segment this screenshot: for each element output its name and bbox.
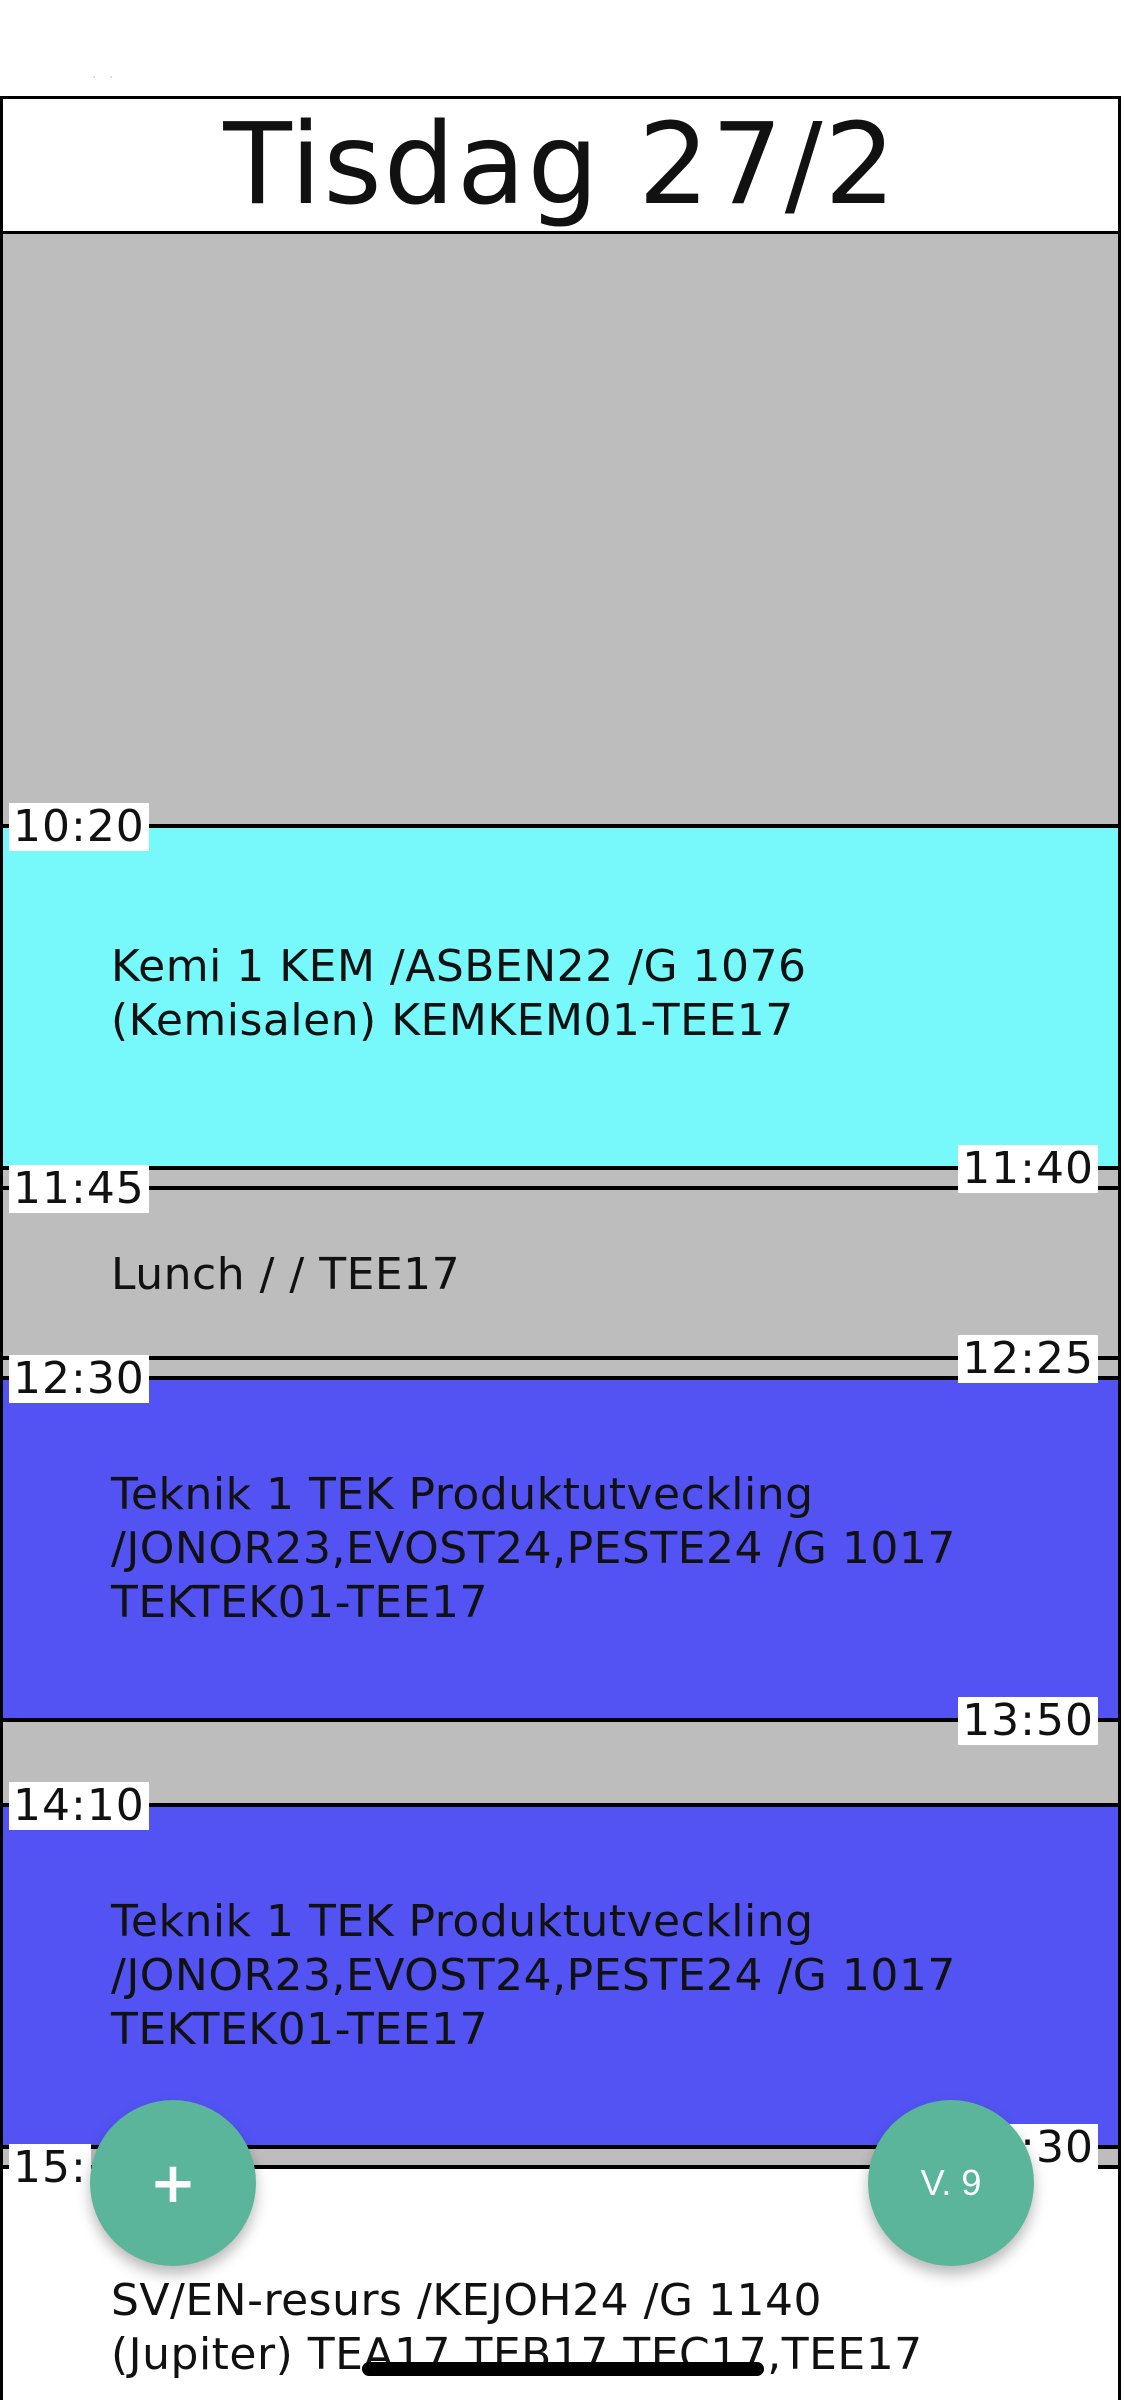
lesson-block-lunch[interactable]: Lunch / / TEE17 <box>3 1188 1118 1358</box>
end-time-label: 13:50 <box>958 1697 1098 1745</box>
end-time-label: 11:40 <box>958 1145 1098 1193</box>
start-time-label: 11:45 <box>9 1165 149 1213</box>
start-time-label: 15: <box>9 2144 91 2192</box>
end-time-label: 12:25 <box>958 1335 1098 1383</box>
start-time-label: 10:20 <box>9 803 149 851</box>
lesson-text: Kemi 1 KEM /ASBEN22 /G 1076 (Kemisalen) … <box>111 941 807 1046</box>
home-indicator[interactable] <box>362 2362 764 2376</box>
lesson-block-teknik-1[interactable]: Teknik 1 TEK Produktutveckling /JONOR23,… <box>3 1378 1118 1720</box>
free-time-block <box>3 1168 1118 1188</box>
app-screen: · · Tisdag 27/2 Kemi 1 KEM /ASBEN22 /G 1… <box>0 0 1125 2400</box>
day-schedule[interactable]: Tisdag 27/2 Kemi 1 KEM /ASBEN22 /G 1076 … <box>0 96 1121 2400</box>
add-event-button[interactable]: + <box>90 2100 256 2266</box>
lesson-text: Teknik 1 TEK Produktutveckling /JONOR23,… <box>111 1896 956 2055</box>
free-time-block <box>3 234 1118 826</box>
lesson-block-kemi[interactable]: Kemi 1 KEM /ASBEN22 /G 1076 (Kemisalen) … <box>3 826 1118 1168</box>
start-time-label: 14:10 <box>9 1782 149 1830</box>
day-title: Tisdag 27/2 <box>3 99 1118 234</box>
lesson-text: Lunch / / TEE17 <box>111 1249 461 1300</box>
free-time-block <box>3 1358 1118 1378</box>
lesson-block-teknik-2[interactable]: Teknik 1 TEK Produktutveckling /JONOR23,… <box>3 1805 1118 2147</box>
free-time-block <box>3 1720 1118 1805</box>
lesson-text: Teknik 1 TEK Produktutveckling /JONOR23,… <box>111 1469 956 1628</box>
week-number-button[interactable]: V. 9 <box>868 2100 1034 2266</box>
start-time-label: 12:30 <box>9 1355 149 1403</box>
status-bar-dots: · · <box>92 70 118 86</box>
